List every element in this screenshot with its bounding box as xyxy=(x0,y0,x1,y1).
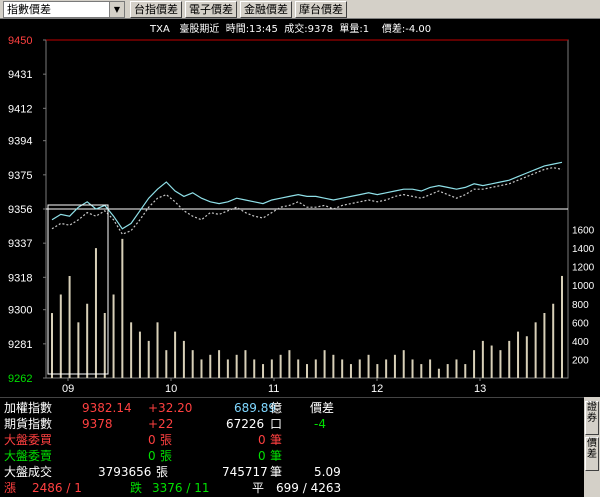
y-tick-label: 9300 xyxy=(8,305,32,317)
index-change: +32.20 xyxy=(148,401,193,415)
volume-tick-label: 1400 xyxy=(572,244,595,255)
row-ask: 大盤委賣 0 張 0 筆 xyxy=(0,449,584,464)
quote-panel: 加權指數 9382.14 +32.20 689.89 億 價差 期貨指數 937… xyxy=(0,397,584,497)
down-count: 3376 / 11 xyxy=(152,481,210,495)
side-tab-securities[interactable]: 證券 xyxy=(585,401,599,435)
row-label: 大盤成交 xyxy=(4,465,53,479)
ask-lots: 0 xyxy=(148,449,156,463)
bid-count: 0 xyxy=(258,433,266,447)
trade-count-unit: 筆 xyxy=(270,465,283,479)
row-breadth: 漲 2486 / 1 跌 3376 / 11 平 699 / 4263 xyxy=(0,481,584,496)
row-trade: 大盤成交 3793656 張 745717 筆 5.09 xyxy=(0,465,584,480)
volume-tick-label: 200 xyxy=(572,355,589,366)
futures-volume-unit: 口 xyxy=(270,417,283,431)
ask-lots-unit: 張 xyxy=(160,449,173,463)
side-tabs: 證券 價差 xyxy=(584,397,600,497)
y-tick-label: 9431 xyxy=(8,69,32,81)
ask-count-unit: 筆 xyxy=(270,449,283,463)
tab-msci-spread[interactable]: 摩台價差 xyxy=(295,1,347,18)
futures-change: +22 xyxy=(148,417,174,431)
index-value: 9382.14 xyxy=(82,401,132,415)
y-tick-label: 9356 xyxy=(8,204,32,216)
volume-tick-label: 400 xyxy=(572,337,589,348)
bid-lots: 0 xyxy=(148,433,156,447)
spread-value: -4 xyxy=(314,417,326,431)
up-label: 漲 xyxy=(4,481,17,495)
y-tick-label: 9262 xyxy=(8,373,32,385)
turnover-unit: 億 xyxy=(270,401,283,415)
futures-value: 9378 xyxy=(82,417,113,431)
trade-ratio: 5.09 xyxy=(314,465,341,479)
trade-lots: 3793656 xyxy=(98,465,152,479)
futures-volume: 67226 xyxy=(226,417,265,431)
volume-tick-label: 1200 xyxy=(572,263,595,274)
bid-count-unit: 筆 xyxy=(270,433,283,447)
row-label: 大盤委賣 xyxy=(4,449,53,463)
spread-label: 價差 xyxy=(310,401,335,415)
y-tick-label: 9375 xyxy=(8,170,32,182)
y-tick-label: 9412 xyxy=(8,103,32,115)
y-tick-label: 9337 xyxy=(8,238,32,250)
volume-tick-label: 1000 xyxy=(572,281,595,292)
flat-count: 699 / 4263 xyxy=(276,481,342,495)
side-tab-spread[interactable]: 價差 xyxy=(585,437,599,471)
tab-electronics-spread[interactable]: 電子價差 xyxy=(185,1,237,18)
x-tick-label: 13 xyxy=(474,383,486,395)
x-tick-label: 09 xyxy=(62,383,74,395)
index-select-value: 指數價差 xyxy=(7,3,51,16)
chevron-down-icon[interactable]: ▼ xyxy=(109,2,124,17)
up-count: 2486 / 1 xyxy=(32,481,82,495)
toolbar: 指數價差 ▼ 台指價差 電子價差 金融價差 摩台價差 xyxy=(0,0,600,19)
down-label: 跌 xyxy=(130,481,143,495)
trade-lots-unit: 張 xyxy=(156,465,169,479)
flat-label: 平 xyxy=(252,481,265,495)
y-tick-label: 9450 xyxy=(8,35,32,47)
y-tick-label: 9318 xyxy=(8,272,32,284)
y-tick-label: 9394 xyxy=(8,136,32,148)
row-label: 大盤委買 xyxy=(4,433,53,447)
bid-lots-unit: 張 xyxy=(160,433,173,447)
volume-tick-label: 800 xyxy=(572,300,589,311)
index-select[interactable]: 指數價差 ▼ xyxy=(3,1,125,18)
intraday-chart: 9450 9431 9412 9394 9375 9356 9337 9318 9300 9281… xyxy=(8,35,595,395)
tab-taiex-spread[interactable]: 台指價差 xyxy=(130,1,182,18)
y-tick-label: 9281 xyxy=(8,339,32,351)
ask-count: 0 xyxy=(258,449,266,463)
row-futures-index: 期貨指數 9378 +22 67226 口 -4 xyxy=(0,417,584,432)
trade-count: 745717 xyxy=(222,465,268,479)
volume-tick-label: 600 xyxy=(572,318,589,329)
row-bid: 大盤委買 0 張 0 筆 xyxy=(0,433,584,448)
row-weighted-index: 加權指數 9382.14 +32.20 689.89 億 價差 xyxy=(0,401,584,416)
x-tick-label: 11 xyxy=(268,383,279,395)
volume-tick-label: 1600 xyxy=(572,226,595,237)
row-label: 加權指數 xyxy=(4,401,53,415)
tab-finance-spread[interactable]: 金融價差 xyxy=(240,1,292,18)
x-tick-label: 12 xyxy=(371,383,383,395)
row-label: 期貨指數 xyxy=(4,417,53,431)
x-tick-label: 10 xyxy=(165,383,177,395)
